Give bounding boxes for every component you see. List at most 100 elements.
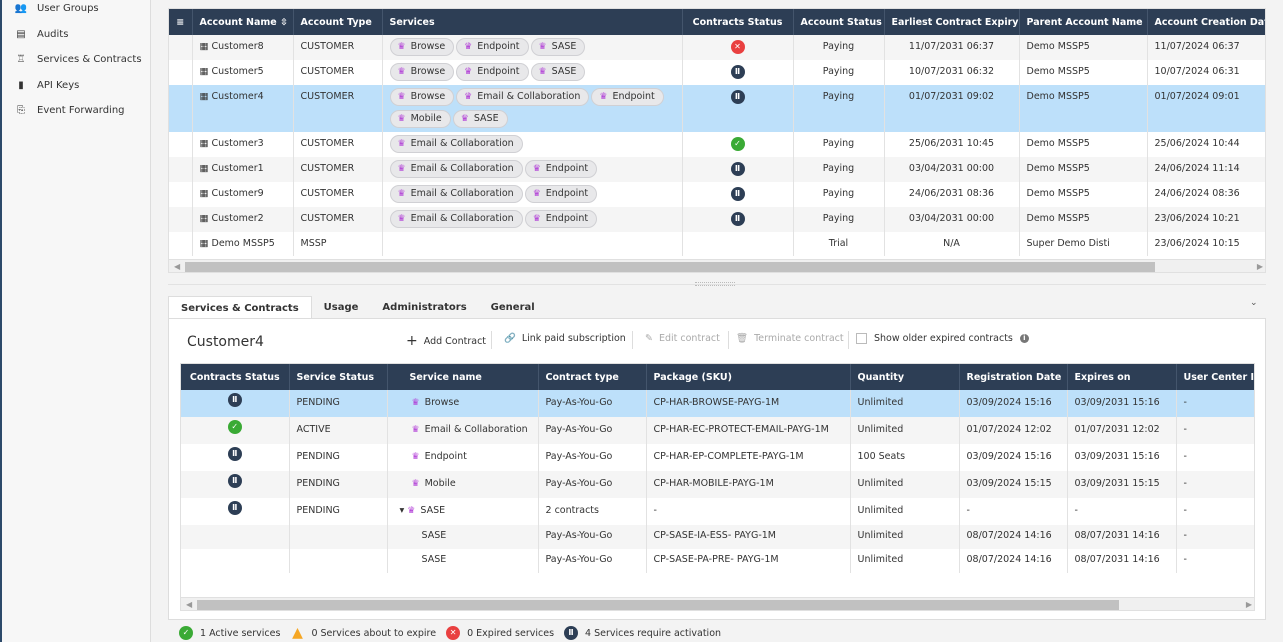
link-subscription-button[interactable]: 🔗 Link paid subscription: [504, 333, 626, 344]
contract-subrow[interactable]: SASE Pay-As-You-Go CP-SASE-PA-PRE- PAYG-1M…: [181, 549, 1254, 573]
account-name-cell: ▦ Customer4: [192, 85, 294, 132]
sidebar-item-label: Event Forwarding: [37, 105, 125, 117]
service-status-cell: PENDING: [289, 444, 388, 471]
service-name-cell: ♛ Browse: [387, 390, 539, 417]
sidebar-item-api-keys[interactable]: ▮ API Keys: [2, 73, 150, 99]
account-row[interactable]: ▦ Customer4 CUSTOMER ♛ Browse ♛ Email & Colla…: [169, 85, 1265, 132]
account-row[interactable]: ▦ Customer9 CUSTOMER ♛ Email & Collaboratio…: [169, 182, 1265, 207]
service-row[interactable]: Ⅱ PENDING ♛ Endpoint Pay-As-You-Go CP-HAR-EP-…: [181, 444, 1254, 471]
column-header-earliest-contract-expiry[interactable]: Earliest Contract Expiry: [884, 9, 1020, 35]
column-header-package-sku-[interactable]: Package (SKU): [646, 364, 851, 390]
parent-account-name: Demo MSSP5: [1019, 132, 1148, 157]
column-header-registration-date[interactable]: Registration Date: [959, 364, 1068, 390]
service-row[interactable]: ✓ ACTIVE ♛ Email & Collaboration Pay-As-You-…: [181, 417, 1254, 444]
account-row[interactable]: ▦ Customer3 CUSTOMER ♛ Email & Collaboratio…: [169, 132, 1265, 157]
services-cell: ♛ Browse ♛ Email & Collaboration ♛ Endpoint ♛ M…: [382, 85, 683, 132]
account-name: Customer4: [211, 91, 264, 102]
column-header-account-name[interactable]: Account Name ⇳: [192, 9, 294, 35]
tab-general[interactable]: General: [479, 296, 547, 319]
service-lotus-icon: ♛: [407, 506, 416, 516]
column-header-contract-type[interactable]: Contract type: [538, 364, 647, 390]
scroll-left-arrow-icon[interactable]: ◀: [186, 598, 192, 610]
service-status-cell: PENDING: [289, 498, 388, 525]
service-row[interactable]: Ⅱ PENDING ♛ Browse Pay-As-You-Go CP-HAR-BROWS…: [181, 390, 1254, 417]
info-icon[interactable]: i: [1019, 334, 1029, 343]
show-expired-checkbox[interactable]: [856, 333, 867, 344]
column-header-contracts-status[interactable]: Contracts Status: [682, 9, 794, 35]
column-menu-button[interactable]: ≡: [169, 9, 193, 35]
quantity-cell: Unlimited: [850, 498, 960, 525]
account-status: Paying: [793, 207, 885, 232]
column-header-service-name[interactable]: Service name: [387, 364, 539, 390]
terminate-contract-button[interactable]: 🗑 Terminate contract: [736, 333, 844, 344]
account-row[interactable]: ▦ Demo MSSP5 MSSP Trial N/A Super Demo Disti…: [169, 232, 1265, 256]
show-expired-toggle[interactable]: Show older expired contracts i: [856, 333, 1029, 344]
tab-services-contracts[interactable]: Services & Contracts: [168, 296, 312, 319]
scroll-right-arrow-icon[interactable]: ▶: [1246, 598, 1252, 610]
collapse-chevron-icon[interactable]: ⌄: [1250, 298, 1258, 308]
splitter-grip[interactable]: [695, 282, 735, 286]
scrollbar-thumb[interactable]: [197, 600, 1119, 610]
account-type: CUSTOMER: [293, 157, 383, 182]
account-row[interactable]: ▦ Customer5 CUSTOMER ♛ Browse ♛ Endpoint ♛ SASE…: [169, 60, 1265, 85]
sort-icon[interactable]: ⇳: [277, 17, 288, 28]
column-header-service-status[interactable]: Service Status: [289, 364, 388, 390]
scroll-right-arrow-icon[interactable]: ▶: [1257, 260, 1263, 272]
service-pill: ♛ Email & Collaboration: [389, 160, 523, 178]
scrollbar-thumb[interactable]: [185, 262, 1155, 272]
add-contract-button[interactable]: + Add Contract: [406, 333, 486, 349]
quantity: Unlimited: [857, 478, 904, 489]
contracts-status-cell: ✓: [682, 132, 794, 157]
tab-usage[interactable]: Usage: [312, 296, 371, 319]
account-creation-date: 01/07/2024 09:01: [1147, 85, 1265, 132]
sidebar-item-event-forwarding[interactable]: ⎘ Event Forwarding: [2, 98, 150, 124]
expires-on: 01/07/2031 12:02: [1074, 424, 1160, 435]
accounts-horizontal-scrollbar[interactable]: ◀ ▶: [169, 259, 1265, 272]
column-header-parent-account-name[interactable]: Parent Account Name: [1019, 9, 1148, 35]
contracts-horizontal-scrollbar[interactable]: ◀ ▶: [181, 597, 1254, 610]
user-center-id-cell: -: [1176, 471, 1254, 498]
edit-contract-button[interactable]: ✎ Edit contract: [645, 333, 720, 344]
column-header-expires-on[interactable]: Expires on: [1067, 364, 1177, 390]
column-header-account-status[interactable]: Account Status: [793, 9, 885, 35]
column-header-contracts-status[interactable]: Contracts Status: [181, 364, 290, 390]
contracts-status-cell: Ⅱ: [682, 85, 794, 132]
user-center-id: -: [1183, 554, 1187, 565]
registration-date-cell: 03/09/2024 15:16: [959, 444, 1068, 471]
tab-administrators[interactable]: Administrators: [370, 296, 478, 319]
service-label: Email & Collaboration: [410, 213, 514, 224]
accounts-header-row: ≡ Account Name ⇳ Account Type Services Contr…: [169, 9, 1265, 35]
account-row[interactable]: ▦ Customer1 CUSTOMER ♛ Email & Collaboratio…: [169, 157, 1265, 182]
sidebar-item-user-groups[interactable]: 👥 User Groups: [2, 0, 150, 22]
service-row[interactable]: Ⅱ PENDING ▾ ♛ SASE 2 contracts - Unlimited - - -: [181, 498, 1254, 525]
contract-subrow[interactable]: SASE Pay-As-You-Go CP-SASE-IA-ESS- PAYG-1M…: [181, 525, 1254, 549]
account-row[interactable]: ▦ Customer8 CUSTOMER ♛ Browse ♛ Endpoint ♛ SASE…: [169, 35, 1265, 60]
user-center-id: -: [1183, 424, 1187, 435]
building-icon: ▦: [199, 213, 212, 224]
quantity: 100 Seats: [857, 451, 906, 462]
active-status-icon: ✓: [730, 137, 745, 151]
parent-account-name: Demo MSSP5: [1019, 60, 1148, 85]
service-row[interactable]: Ⅱ PENDING ♛ Mobile Pay-As-You-Go CP-HAR-MOBIL…: [181, 471, 1254, 498]
legend-text: 1 Active services: [200, 627, 281, 639]
registration-date: -: [966, 505, 970, 516]
package-sku-cell: CP-HAR-EC-PROTECT-EMAIL-PAYG-1M: [646, 417, 851, 444]
sidebar-item-services-contracts[interactable]: ♖ Services & Contracts: [2, 47, 150, 73]
column-header-quantity[interactable]: Quantity: [850, 364, 960, 390]
column-header-user-center-id[interactable]: User Center ID: [1176, 364, 1254, 390]
expires-on-cell: -: [1067, 498, 1177, 525]
account-creation-date: 23/06/2024 10:15: [1147, 232, 1265, 256]
column-header-account-type[interactable]: Account Type: [293, 9, 383, 35]
pending-status-icon: Ⅱ: [227, 501, 242, 515]
column-header-services[interactable]: Services: [382, 9, 683, 35]
contract-type: Pay-As-You-Go: [545, 451, 613, 462]
sidebar-item-audits[interactable]: ▤ Audits: [2, 22, 150, 48]
row-handle: [169, 35, 193, 60]
contract-type: Pay-As-You-Go: [545, 478, 613, 489]
account-row[interactable]: ▦ Customer2 CUSTOMER ♛ Email & Collaboratio…: [169, 207, 1265, 232]
column-header-account-creation-date[interactable]: Account Creation Date: [1147, 9, 1265, 35]
accounts-grid: ≡ Account Name ⇳ Account Type Services Contr…: [168, 8, 1266, 273]
contracts-status-cell: Ⅱ: [181, 444, 290, 471]
scroll-left-arrow-icon[interactable]: ◀: [174, 260, 180, 272]
user-center-id: -: [1183, 505, 1187, 516]
